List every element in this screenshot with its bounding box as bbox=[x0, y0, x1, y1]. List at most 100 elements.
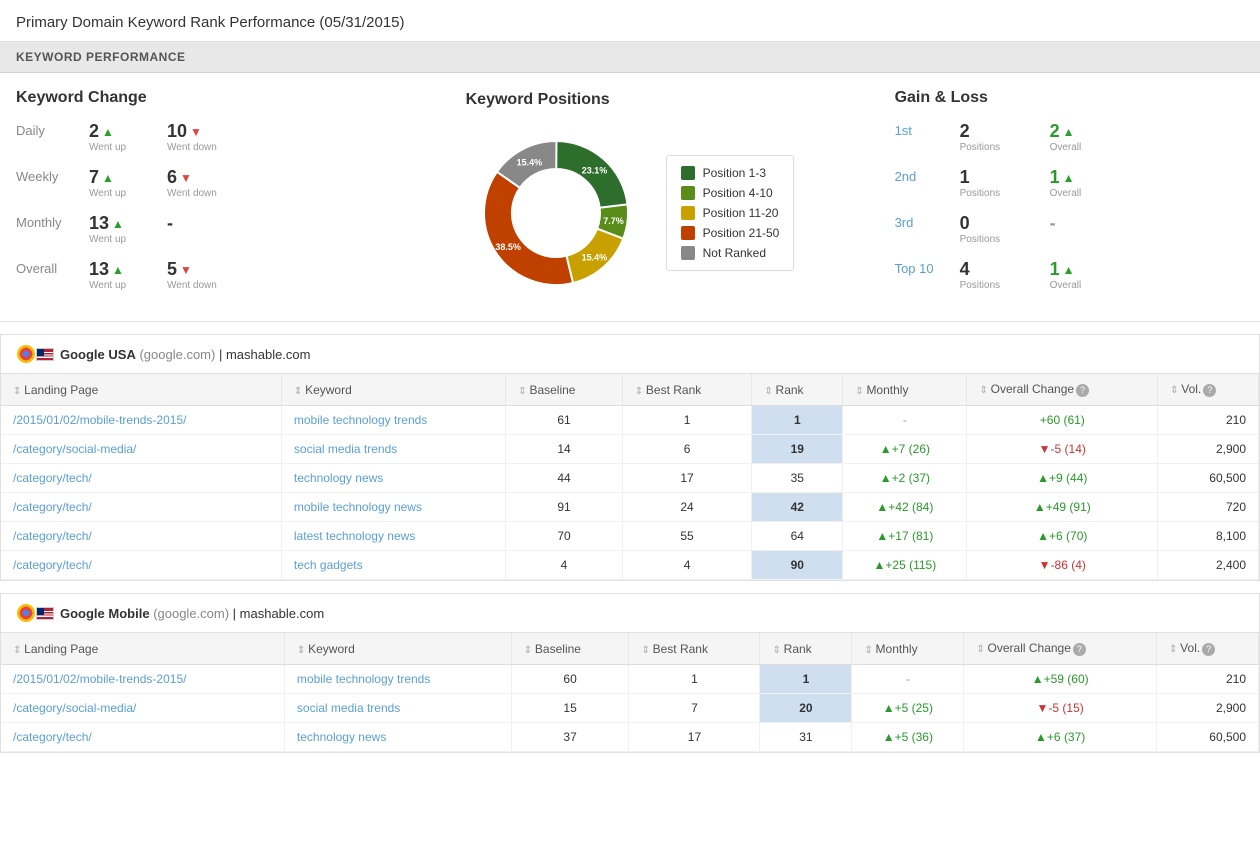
cell-landing-page[interactable]: /2015/01/02/mobile-trends-2015/ bbox=[1, 406, 281, 435]
cell-rank: 1 bbox=[752, 406, 843, 435]
cell-keyword[interactable]: mobile technology trends bbox=[284, 665, 511, 694]
cell-landing-page[interactable]: /category/tech/ bbox=[1, 464, 281, 493]
cell-volume: 8,100 bbox=[1158, 522, 1259, 551]
change-up-block: 7▲ Went up bbox=[89, 167, 159, 199]
keyword-change-row: Overall 13▲ Went up 5▼ Went down bbox=[16, 259, 365, 291]
overall-change-value: +60 (61) bbox=[1040, 413, 1085, 427]
monthly-value: ▲+5 (25) bbox=[883, 701, 933, 715]
table-row: /category/tech/technology news441735▲+2 … bbox=[1, 464, 1259, 493]
col-header-vol.[interactable]: ⇕ Vol.? bbox=[1158, 374, 1259, 406]
col-header-overall-change[interactable]: ⇕ Overall Change? bbox=[964, 633, 1157, 665]
cell-monthly: ▲+17 (81) bbox=[843, 522, 967, 551]
keyword-change-panel: Keyword Change Daily 2▲ Went up 10▼ Went… bbox=[16, 89, 365, 305]
keyword-change-row: Monthly 13▲ Went up - bbox=[16, 213, 365, 245]
col-header-landing-page[interactable]: ⇕ Landing Page bbox=[1, 633, 284, 665]
col-header-best-rank[interactable]: ⇕ Best Rank bbox=[622, 374, 752, 406]
overall-change-value: ▼-86 (4) bbox=[1039, 558, 1086, 572]
help-icon[interactable]: ? bbox=[1202, 643, 1215, 656]
change-down-block: - bbox=[167, 213, 237, 234]
sort-icon: ⇕ bbox=[13, 645, 24, 656]
sort-icon: ⇕ bbox=[635, 386, 646, 397]
gl-positions-block: 0 Positions bbox=[960, 213, 1040, 245]
legend-item: Position 1-3 bbox=[681, 166, 780, 180]
col-header-baseline[interactable]: ⇕ Baseline bbox=[511, 633, 629, 665]
monthly-value: ▲+5 (36) bbox=[883, 730, 933, 744]
donut-legend: Position 1-3 Position 4-10 Position 11-2… bbox=[666, 155, 795, 271]
col-header-vol.[interactable]: ⇕ Vol.? bbox=[1157, 633, 1259, 665]
donut-label: 23.1% bbox=[581, 166, 607, 176]
cell-keyword[interactable]: mobile technology news bbox=[281, 493, 505, 522]
cell-baseline: 4 bbox=[506, 551, 622, 580]
cell-rank: 35 bbox=[752, 464, 843, 493]
sort-icon: ⇕ bbox=[13, 386, 24, 397]
gl-label: 1st bbox=[895, 121, 950, 138]
col-header-rank[interactable]: ⇕ Rank bbox=[760, 633, 852, 665]
cell-keyword[interactable]: technology news bbox=[281, 464, 505, 493]
gl-positions-block: 1 Positions bbox=[960, 167, 1040, 199]
cell-overall-change: ▲+59 (60) bbox=[964, 665, 1157, 694]
col-header-best-rank[interactable]: ⇕ Best Rank bbox=[629, 633, 760, 665]
col-header-rank[interactable]: ⇕ Rank bbox=[752, 374, 843, 406]
cell-landing-page[interactable]: /category/tech/ bbox=[1, 723, 284, 752]
overall-num: 1▲ bbox=[1050, 259, 1075, 280]
cell-landing-page[interactable]: /category/tech/ bbox=[1, 493, 281, 522]
sort-icon: ⇕ bbox=[1170, 385, 1181, 396]
col-header-keyword[interactable]: ⇕ Keyword bbox=[284, 633, 511, 665]
change-down-num: 5▼ bbox=[167, 259, 192, 280]
cell-baseline: 37 bbox=[511, 723, 629, 752]
cell-landing-page[interactable]: /category/tech/ bbox=[1, 522, 281, 551]
col-header-monthly[interactable]: ⇕ Monthly bbox=[843, 374, 967, 406]
gl-label: 2nd bbox=[895, 167, 950, 184]
cell-baseline: 91 bbox=[506, 493, 622, 522]
cell-best-rank: 1 bbox=[629, 665, 760, 694]
cell-landing-page[interactable]: /category/social-media/ bbox=[1, 694, 284, 723]
cell-best-rank: 55 bbox=[622, 522, 752, 551]
help-icon[interactable]: ? bbox=[1073, 643, 1086, 656]
sort-icon: ⇕ bbox=[524, 645, 535, 656]
cell-keyword[interactable]: tech gadgets bbox=[281, 551, 505, 580]
cell-keyword[interactable]: latest technology news bbox=[281, 522, 505, 551]
col-header-overall-change[interactable]: ⇕ Overall Change? bbox=[967, 374, 1158, 406]
legend-label: Not Ranked bbox=[703, 246, 766, 260]
sort-icon: ⇕ bbox=[772, 645, 783, 656]
cell-keyword[interactable]: mobile technology trends bbox=[281, 406, 505, 435]
cell-landing-page[interactable]: /2015/01/02/mobile-trends-2015/ bbox=[1, 665, 284, 694]
engine-logo bbox=[17, 345, 54, 363]
change-up-num: 13▲ bbox=[89, 259, 124, 280]
up-arrow-icon: ▲ bbox=[1063, 263, 1075, 277]
overall-change-value: ▲+6 (37) bbox=[1035, 730, 1085, 744]
sort-icon: ⇕ bbox=[855, 386, 866, 397]
help-icon[interactable]: ? bbox=[1203, 384, 1216, 397]
sort-icon: ⇕ bbox=[764, 386, 775, 397]
cell-rank: 90 bbox=[752, 551, 843, 580]
col-header-baseline[interactable]: ⇕ Baseline bbox=[506, 374, 622, 406]
cell-best-rank: 4 bbox=[622, 551, 752, 580]
cell-monthly: - bbox=[843, 406, 967, 435]
cell-landing-page[interactable]: /category/social-media/ bbox=[1, 435, 281, 464]
col-header-keyword[interactable]: ⇕ Keyword bbox=[281, 374, 505, 406]
col-header-landing-page[interactable]: ⇕ Landing Page bbox=[1, 374, 281, 406]
change-up-block: 2▲ Went up bbox=[89, 121, 159, 153]
cell-baseline: 15 bbox=[511, 694, 629, 723]
monthly-value: ▲+7 (26) bbox=[880, 442, 930, 456]
help-icon[interactable]: ? bbox=[1076, 384, 1089, 397]
change-down-num: 10▼ bbox=[167, 121, 202, 142]
cell-keyword[interactable]: social media trends bbox=[284, 694, 511, 723]
gain-loss-row: 2nd 1 Positions 1▲ Overall bbox=[895, 167, 1244, 199]
change-label: Monthly bbox=[16, 213, 81, 230]
change-down-label: Went down bbox=[167, 188, 217, 199]
legend-item: Not Ranked bbox=[681, 246, 780, 260]
col-header-monthly[interactable]: ⇕ Monthly bbox=[852, 633, 964, 665]
legend-color-box bbox=[681, 186, 695, 200]
page-title: Primary Domain Keyword Rank Performance … bbox=[0, 0, 1260, 42]
gl-overall-label: Overall bbox=[1050, 188, 1082, 199]
cell-landing-page[interactable]: /category/tech/ bbox=[1, 551, 281, 580]
table-engine-header: Google USA (google.com) | mashable.com bbox=[1, 335, 1259, 374]
change-up-label: Went up bbox=[89, 234, 126, 245]
cell-overall-change: ▼-5 (15) bbox=[964, 694, 1157, 723]
cell-keyword[interactable]: social media trends bbox=[281, 435, 505, 464]
legend-label: Position 4-10 bbox=[703, 186, 773, 200]
sort-icon: ⇕ bbox=[979, 385, 990, 396]
sort-icon: ⇕ bbox=[976, 644, 987, 655]
cell-keyword[interactable]: technology news bbox=[284, 723, 511, 752]
